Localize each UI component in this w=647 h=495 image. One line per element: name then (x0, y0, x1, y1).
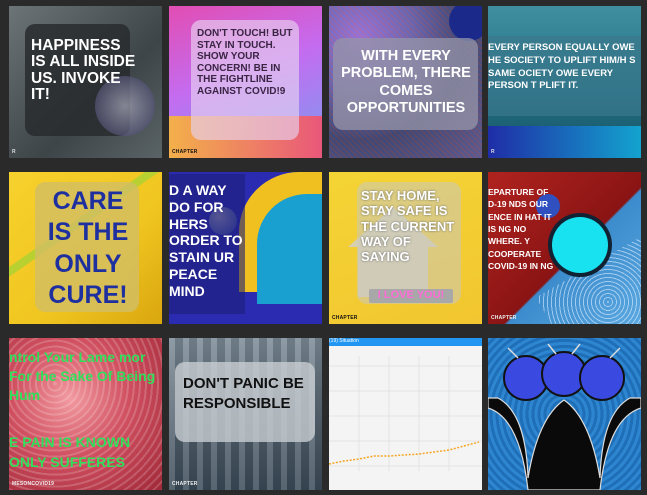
tile-text: DON'T PANIC BE RESPONSIBLE (183, 375, 304, 413)
tile-footer: CHAPTER (332, 315, 358, 321)
tile-control-humor[interactable]: ntrol Your Lame mor For the Sake Of Bein… (9, 338, 162, 490)
tile-stay-home[interactable]: STAY HOME, STAY SAFE IS THE CURRENT WAY … (329, 172, 482, 324)
tile-text: CARE IS THE ONLY CURE! (47, 187, 129, 309)
chart-header: (19) Situation (329, 338, 359, 344)
tile-text: HAPPINESS IS ALL INSIDE US. INVOKE IT! (31, 37, 136, 103)
tile-text: EVERY PERSON EQUALLY OWE HE SOCIETY TO U… (488, 42, 636, 92)
tile-text-2: E PAIN IS KNOWN ONLY SUFFERES (9, 434, 131, 471)
tile-footer: CHAPTER (172, 481, 198, 487)
tile-dont-panic[interactable]: DON'T PANIC BE RESPONSIBLE CHAPTER (169, 338, 322, 490)
tile-chart-screenshot[interactable]: (19) Situation (329, 338, 482, 490)
tile-dont-touch[interactable]: DON'T TOUCH! BUT STAY IN TOUCH. SHOW YOU… (169, 6, 322, 158)
chart-line (329, 441, 480, 465)
tile-text: WITH EVERY PROBLEM, THERE COMES OPPORTUN… (341, 48, 471, 117)
tile-every-person[interactable]: EVERY PERSON EQUALLY OWE HE SOCIETY TO U… (488, 6, 641, 158)
tile-text: EPARTURE OF D-19 NDS OUR ENCE IN HAT IT … (488, 187, 554, 271)
tile-text: ntrol Your Lame mor For the Sake Of Bein… (9, 349, 156, 403)
tile-opportunities[interactable]: WITH EVERY PROBLEM, THERE COMES OPPORTUN… (329, 6, 482, 158)
tile-departure[interactable]: EPARTURE OF D-19 NDS OUR ENCE IN HAT IT … (488, 172, 641, 324)
tile-text: STAY HOME, STAY SAFE IS THE CURRENT WAY … (361, 188, 455, 265)
tile-care-cure[interactable]: CARE IS THE ONLY CURE! (9, 172, 162, 324)
tile-footer: R (491, 149, 495, 155)
tile-happiness[interactable]: HAPPINESS IS ALL INSIDE US. INVOKE IT! R (9, 6, 162, 158)
image-grid: HAPPINESS IS ALL INSIDE US. INVOKE IT! R… (0, 0, 647, 495)
tile-find-a-way[interactable]: D A WAY DO FOR HERS ORDER TO STAIN UR PE… (169, 172, 322, 324)
decor-circle (552, 217, 608, 273)
tile-footer: CHAPTER (491, 315, 517, 321)
mini-chart (329, 356, 482, 471)
tile-blue-figures[interactable] (488, 338, 641, 490)
figures-art (488, 343, 641, 490)
tile-footer: R (12, 149, 16, 155)
tile-text: DON'T TOUCH! BUT STAY IN TOUCH. SHOW YOU… (197, 28, 293, 97)
tile-text: D A WAY DO FOR HERS ORDER TO STAIN UR PE… (169, 182, 243, 299)
tile-footer: MESONCOVID19 (12, 481, 55, 487)
tile-footer: CHAPTER (172, 149, 198, 155)
tile-highlight: I LOVE YOU! (369, 289, 453, 303)
decor-stripe (488, 126, 641, 158)
